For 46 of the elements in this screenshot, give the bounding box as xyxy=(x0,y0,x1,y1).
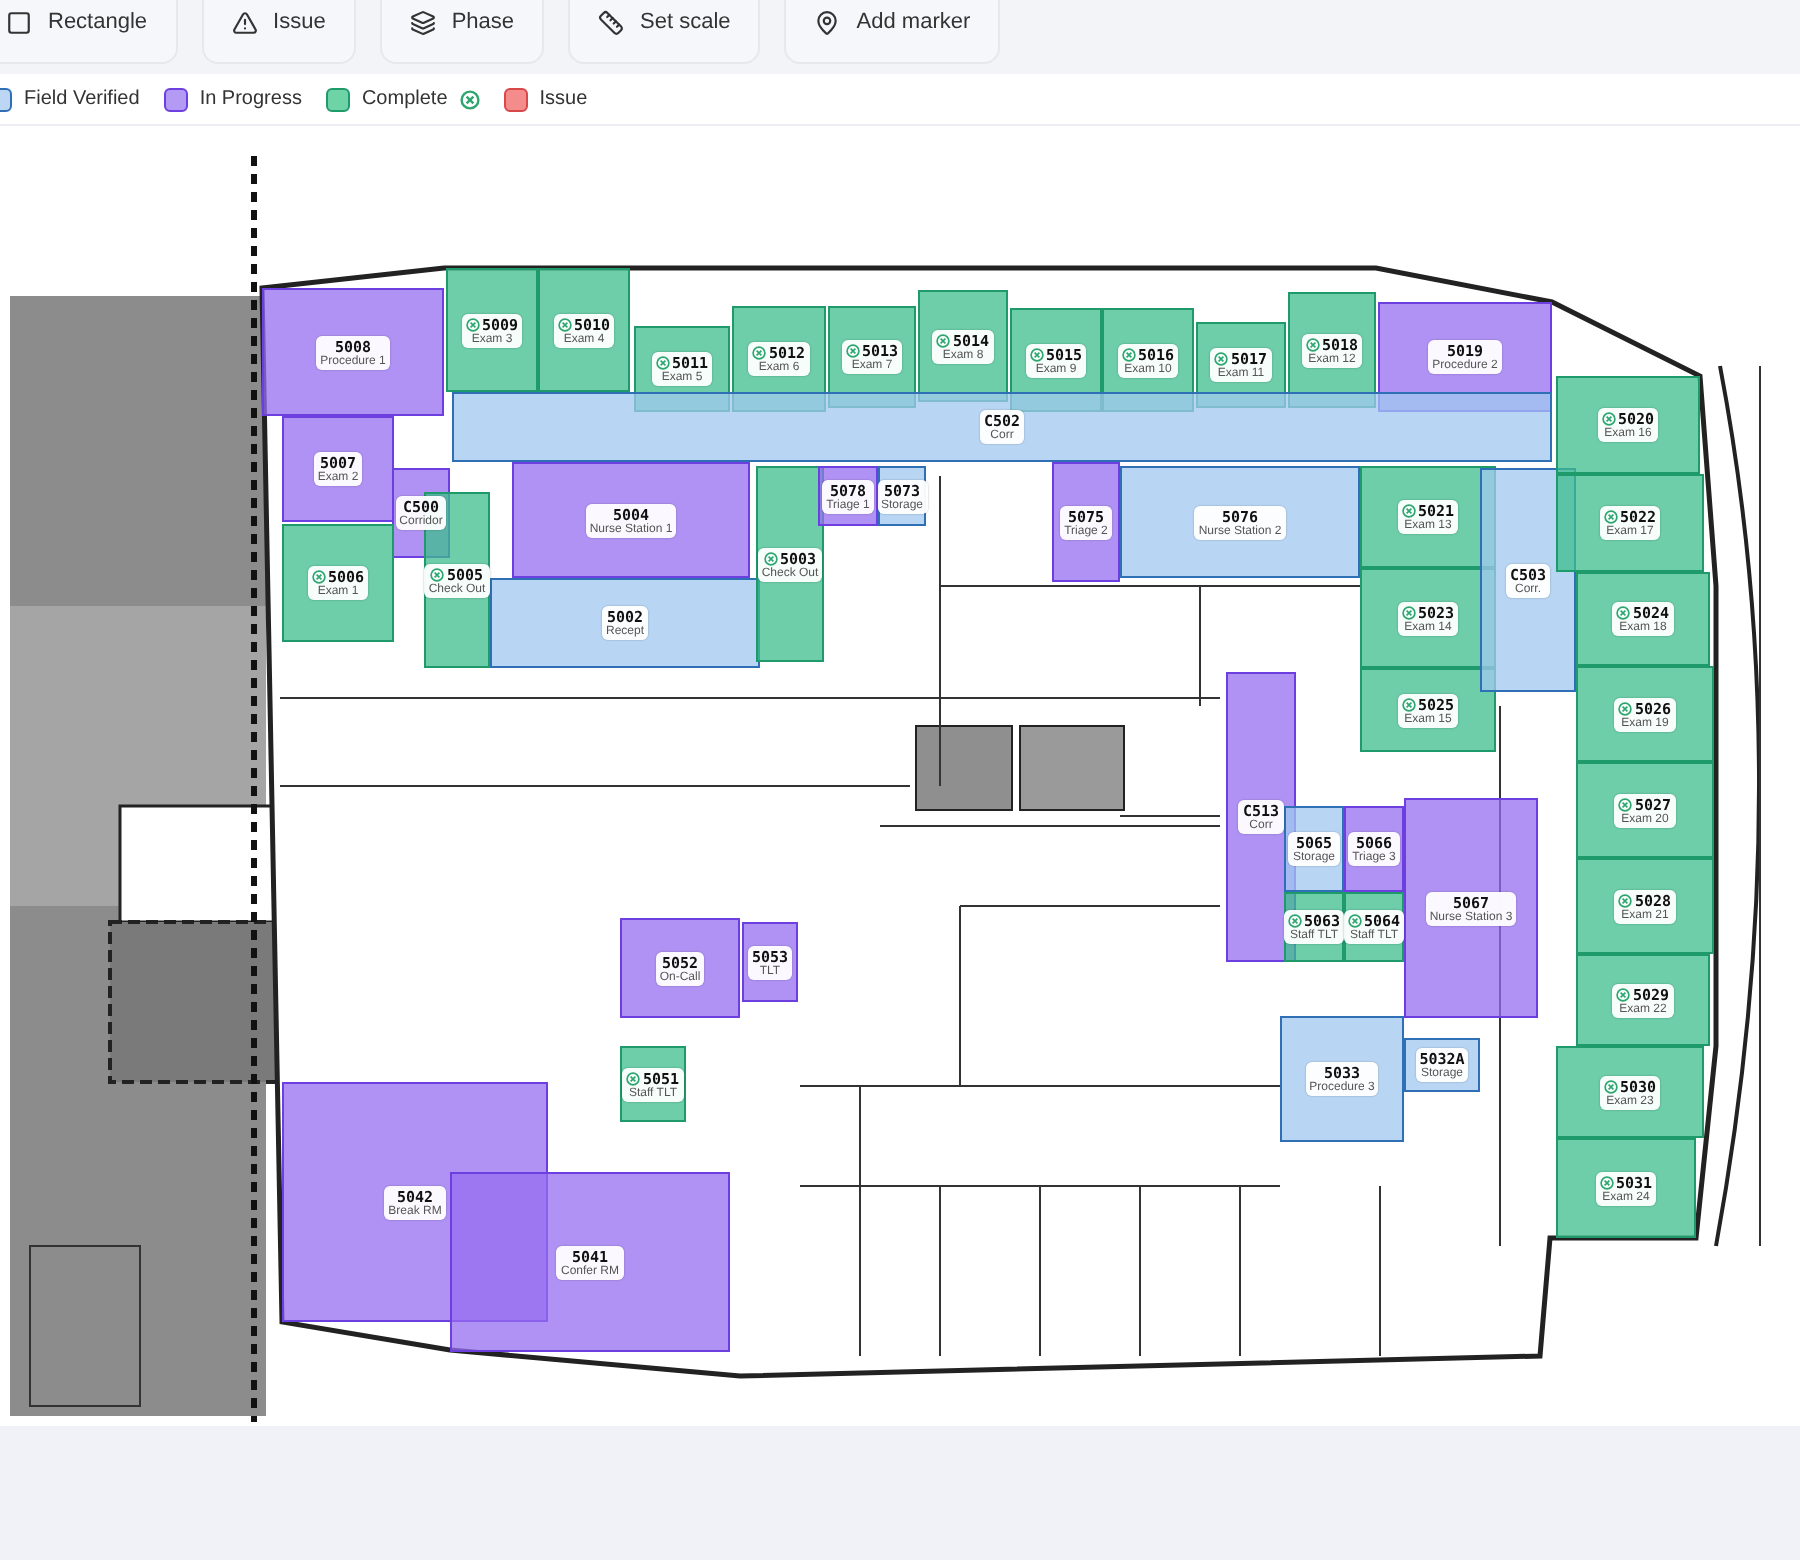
x-circle-icon xyxy=(845,344,860,358)
map-pin-icon xyxy=(814,9,841,35)
x-circle-icon xyxy=(1618,797,1633,811)
square-icon xyxy=(6,9,32,35)
toolbar-button[interactable]: Rectangle xyxy=(0,0,178,64)
x-circle-icon xyxy=(626,1071,641,1085)
x-circle-icon xyxy=(1599,1175,1614,1189)
legend-label: Issue xyxy=(539,88,588,110)
x-circle-icon xyxy=(1401,605,1416,619)
x-circle-icon xyxy=(763,551,778,565)
x-circle-icon xyxy=(557,317,572,331)
legend-swatch xyxy=(325,87,350,111)
warning-icon xyxy=(231,9,258,35)
legend-swatch xyxy=(163,87,188,111)
x-circle-icon xyxy=(936,333,951,347)
x-circle-icon xyxy=(1121,347,1136,361)
toolbar-button[interactable]: Issue xyxy=(201,0,356,64)
x-circle-icon xyxy=(1347,914,1362,928)
x-circle-icon xyxy=(1618,893,1633,907)
x-circle-icon xyxy=(1616,606,1631,620)
legend-label: Field Verified xyxy=(24,88,140,110)
x-circle-icon xyxy=(311,570,326,584)
legend-swatch xyxy=(503,87,528,111)
toolbar-button[interactable]: Set scale xyxy=(568,0,761,64)
x-circle-icon xyxy=(465,317,480,331)
x-circle-icon xyxy=(459,89,480,109)
x-circle-icon xyxy=(1618,701,1633,715)
x-circle-icon xyxy=(1401,504,1416,518)
x-circle-icon xyxy=(1029,347,1044,361)
x-circle-icon xyxy=(1603,510,1618,524)
toolbar-button[interactable]: Add marker xyxy=(784,0,1001,64)
legend-label: Complete xyxy=(361,88,448,110)
x-circle-icon xyxy=(1603,1079,1618,1093)
x-circle-icon xyxy=(430,567,445,581)
x-circle-icon xyxy=(1287,914,1302,928)
x-circle-icon xyxy=(1601,412,1616,426)
x-circle-icon xyxy=(1401,697,1416,711)
x-circle-icon xyxy=(1616,987,1631,1001)
x-circle-icon xyxy=(655,356,670,370)
layers-icon xyxy=(409,9,436,35)
legend-label: In Progress xyxy=(199,88,302,110)
x-circle-icon xyxy=(1305,337,1320,351)
ruler-icon xyxy=(598,9,625,35)
toolbar-button[interactable]: Phase xyxy=(379,0,545,64)
x-circle-icon xyxy=(752,346,767,360)
x-circle-icon xyxy=(1214,352,1229,366)
